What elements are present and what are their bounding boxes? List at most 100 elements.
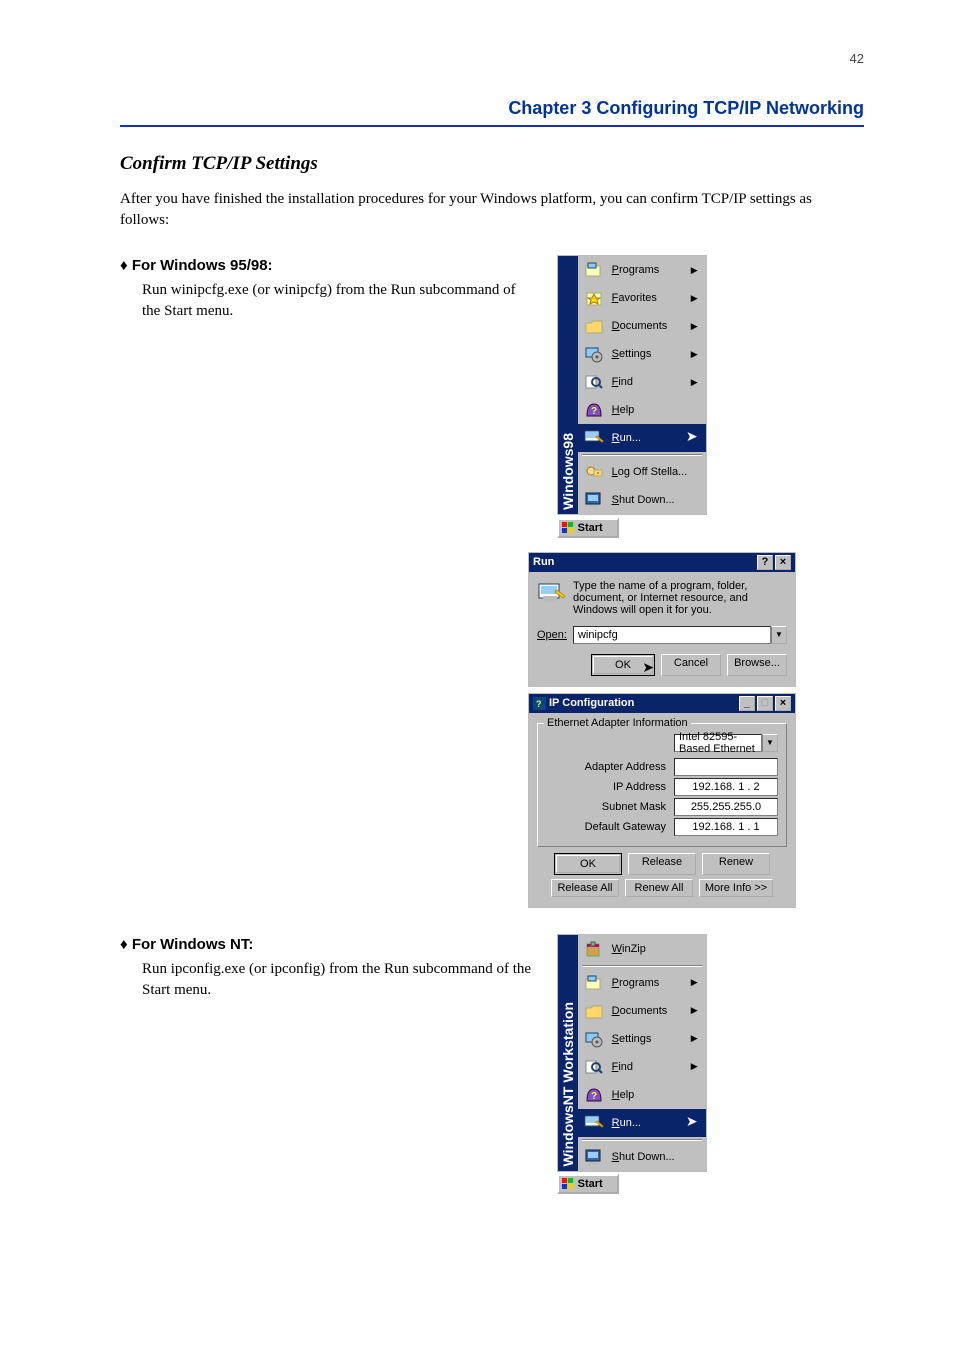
ipcfg-row: Subnet Mask255.255.255.0 <box>546 798 778 816</box>
ipcfg-row: IP Address192.168. 1 . 2 <box>546 778 778 796</box>
start-menu-item[interactable]: ? Help <box>578 1081 706 1109</box>
menu-item-label: Favorites <box>612 292 657 304</box>
dropdown-arrow-icon[interactable]: ▼ <box>771 626 787 644</box>
start-menu-item[interactable]: Favorites ▶ <box>578 284 706 312</box>
submenu-arrow-icon: ▶ <box>691 377 698 388</box>
start-menu-item[interactable]: Run...➤ <box>578 1109 706 1137</box>
dropdown-arrow-icon[interactable]: ▼ <box>762 734 778 752</box>
run-titlebar: Run ? × <box>529 553 795 572</box>
menu-item-icon <box>582 343 606 365</box>
menu-item-label: Help <box>612 1089 635 1101</box>
menu-item-label: Programs <box>612 264 660 276</box>
open-input[interactable]: winipcfg <box>573 626 771 644</box>
chapter-header: Chapter 3 Configuring TCP/IP Networking <box>120 98 864 119</box>
menu-item-icon <box>582 1028 606 1050</box>
svg-text:?: ? <box>591 1091 597 1102</box>
menu-item-label: Help <box>612 404 635 416</box>
ipcfg-label: Subnet Mask <box>546 801 674 813</box>
renew-all-button[interactable]: Renew All <box>625 879 693 897</box>
start-menu-item[interactable]: Shut Down... <box>578 486 706 514</box>
ipcfg-app-icon: ? <box>533 697 546 710</box>
submenu-arrow-icon: ▶ <box>691 321 698 332</box>
start-menu-item[interactable]: Log Off Stella... <box>578 458 706 486</box>
menu-item-icon <box>582 461 606 483</box>
start-button[interactable]: Start <box>557 518 619 538</box>
menu-item-icon: ? <box>582 399 606 421</box>
ok-button[interactable]: OK <box>556 855 620 873</box>
ipcfg-value: 192.168. 1 . 2 <box>674 778 778 796</box>
menu-item-icon <box>582 315 606 337</box>
menu-item-label: Run... <box>612 432 641 444</box>
winnt-step: Run ipconfig.exe (or ipconfig) from the … <box>142 959 537 1001</box>
winnt-start-menu-figure: WindowsNT Workstation WinZipPrograms▶Doc… <box>557 934 707 1194</box>
menu-item-icon <box>582 1000 606 1022</box>
start-menu-item[interactable]: Documents▶ <box>578 997 706 1025</box>
start-menu-item[interactable]: ? Help <box>578 396 706 424</box>
start-menu-brand-stripe: Windows98 <box>558 256 578 514</box>
ipcfg-value: 192.168. 1 . 1 <box>674 818 778 836</box>
run-icon <box>537 580 565 608</box>
header-rule <box>120 125 864 127</box>
menu-item-label: WinZip <box>612 943 646 955</box>
svg-text:?: ? <box>536 699 542 709</box>
open-label: Open: <box>537 629 567 641</box>
menu-item-icon <box>582 287 606 309</box>
run-prompt: Type the name of a program, folder, docu… <box>573 580 787 616</box>
submenu-arrow-icon: ▶ <box>691 349 698 360</box>
submenu-arrow-icon: ▶ <box>691 1061 698 1072</box>
adapter-select[interactable]: Intel 82595-Based Ethernet <box>674 734 762 752</box>
menu-item-label: Settings <box>612 348 652 360</box>
win98-start-menu-figure: Windows98 Programs▶Favorites▶Documents▶S… <box>557 255 707 537</box>
windows-logo-icon <box>561 1177 575 1191</box>
menu-item-icon <box>582 1112 606 1134</box>
menu-item-label: Shut Down... <box>612 1151 675 1163</box>
start-menu-item[interactable]: Programs▶ <box>578 969 706 997</box>
start-menu-item[interactable]: Find ▶ <box>578 368 706 396</box>
menu-item-icon <box>582 1056 606 1078</box>
browse-button[interactable]: Browse... <box>727 654 787 676</box>
release-button[interactable]: Release <box>628 853 696 875</box>
menu-item-label: Shut Down... <box>612 494 675 506</box>
ipcfg-label: Default Gateway <box>546 821 674 833</box>
more-info-button[interactable]: More Info >> <box>699 879 773 897</box>
submenu-arrow-icon: ▶ <box>691 1033 698 1044</box>
ipcfg-label: IP Address <box>546 781 674 793</box>
menu-item-icon <box>582 938 606 960</box>
menu-item-icon: ? <box>582 1084 606 1106</box>
ipconfig-dialog-figure: ? IP Configuration _ □ × Ethernet Adapte… <box>528 693 864 908</box>
menu-item-label: Find <box>612 376 633 388</box>
win98-step: Run winipcfg.exe (or winipcfg) from the … <box>142 280 537 322</box>
submenu-arrow-icon: ▶ <box>691 293 698 304</box>
submenu-arrow-icon: ▶ <box>691 977 698 988</box>
ipcfg-value <box>674 758 778 776</box>
help-button[interactable]: ? <box>757 555 773 570</box>
cancel-button[interactable]: Cancel <box>661 654 721 676</box>
start-menu-item[interactable]: Programs ▶ <box>578 256 706 284</box>
winnt-bullet: ♦ For Windows NT: <box>120 934 537 955</box>
start-menu-item[interactable]: WinZip <box>578 935 706 963</box>
ok-button[interactable]: OK➤ <box>593 656 653 674</box>
menu-item-label: Log Off Stella... <box>612 466 688 478</box>
submenu-arrow-icon: ▶ <box>691 265 698 276</box>
ipcfg-row: Default Gateway192.168. 1 . 1 <box>546 818 778 836</box>
ipcfg-row: Adapter Address <box>546 758 778 776</box>
release-all-button[interactable]: Release All <box>551 879 619 897</box>
win98-bullet: ♦ For Windows 95/98: <box>120 255 537 276</box>
section-heading: Confirm TCP/IP Settings <box>120 153 864 175</box>
start-button[interactable]: Start <box>557 1174 619 1194</box>
start-menu-item[interactable]: Settings ▶ <box>578 340 706 368</box>
menu-item-label: Find <box>612 1061 633 1073</box>
start-menu-item[interactable]: Documents▶ <box>578 312 706 340</box>
renew-button[interactable]: Renew <box>702 853 770 875</box>
page-number: 42 <box>120 50 864 68</box>
start-menu-item[interactable]: Find ▶ <box>578 1053 706 1081</box>
start-menu-item[interactable]: Settings ▶ <box>578 1025 706 1053</box>
start-menu-item[interactable]: Run...➤ <box>578 424 706 452</box>
menu-item-label: Documents <box>612 1005 668 1017</box>
start-menu-item[interactable]: Shut Down... <box>578 1143 706 1171</box>
minimize-button[interactable]: _ <box>739 696 755 711</box>
menu-item-label: Settings <box>612 1033 652 1045</box>
svg-text:?: ? <box>591 406 597 417</box>
close-button[interactable]: × <box>775 555 791 570</box>
close-button[interactable]: × <box>775 696 791 711</box>
